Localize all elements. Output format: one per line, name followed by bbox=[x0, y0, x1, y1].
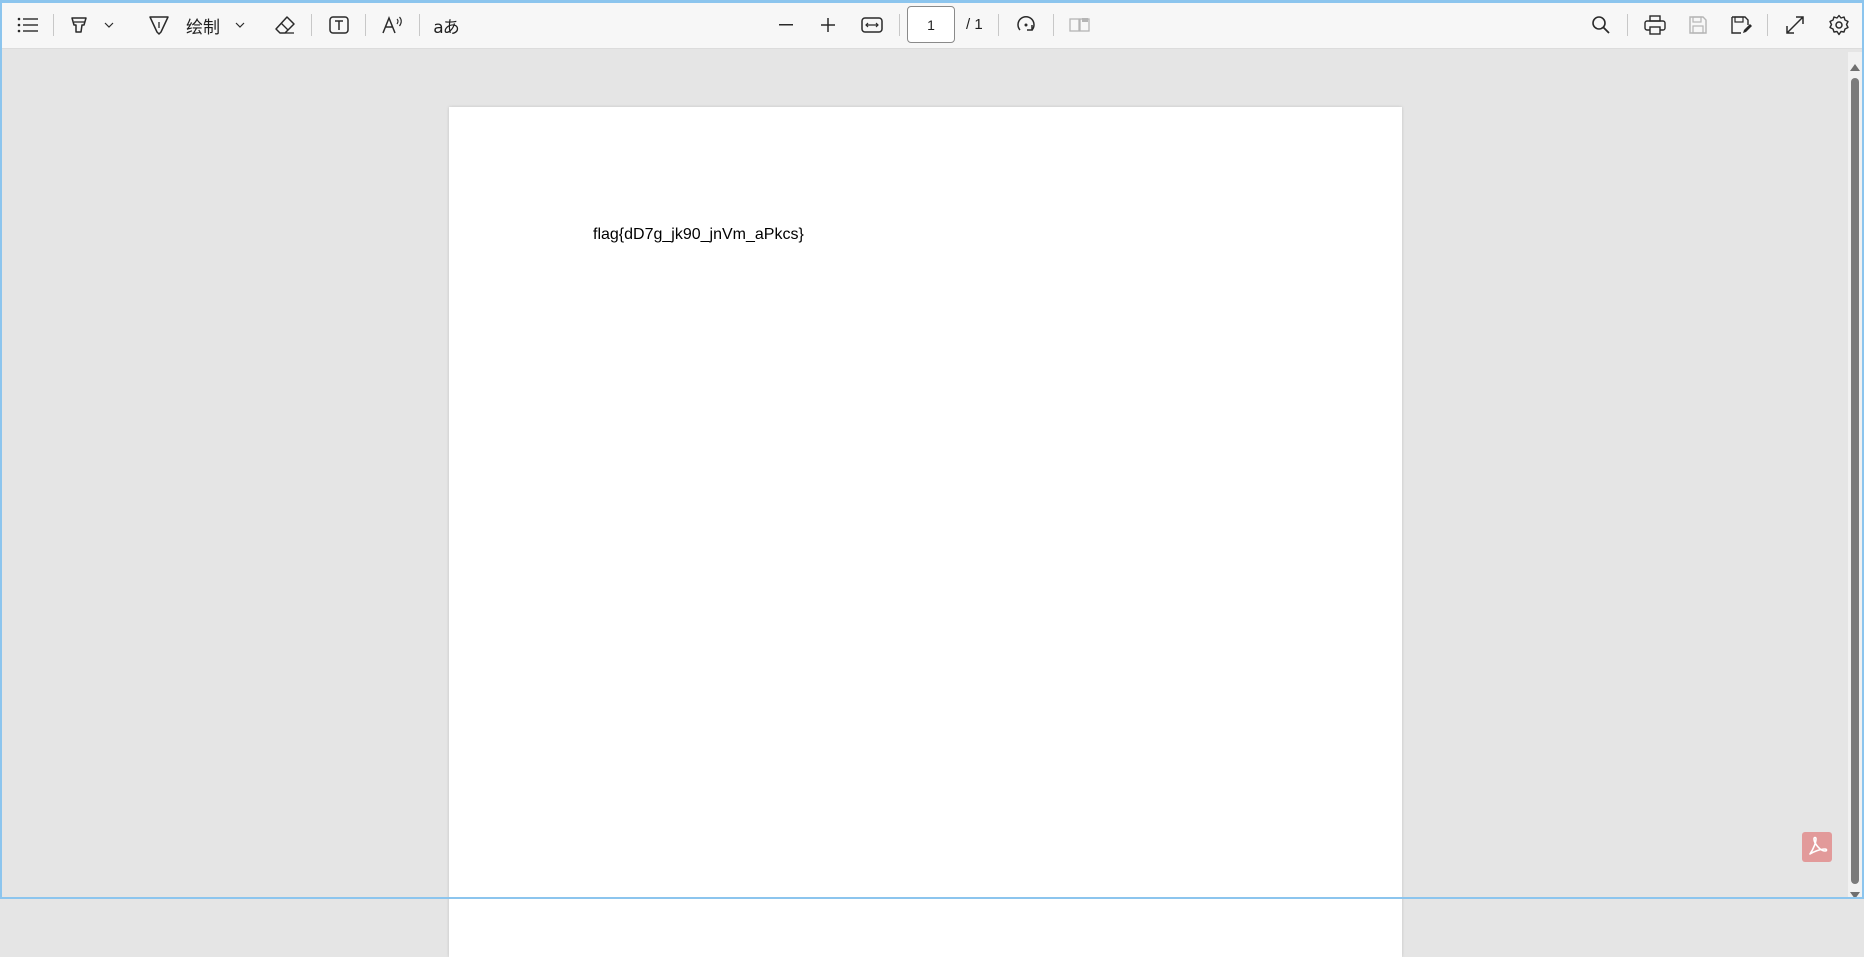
plus-icon[interactable] bbox=[816, 10, 840, 40]
scroll-up-arrow[interactable] bbox=[1850, 58, 1860, 71]
pdf-page: flag{dD7g_jk90_jnVm_aPkcs} bbox=[449, 107, 1402, 957]
translate-button[interactable]: aあ bbox=[432, 10, 460, 40]
read-aloud-icon[interactable] bbox=[379, 10, 407, 40]
separator bbox=[899, 14, 900, 36]
separator bbox=[53, 14, 54, 36]
separator bbox=[998, 14, 999, 36]
separator bbox=[1627, 14, 1628, 36]
eraser-icon[interactable] bbox=[272, 10, 298, 40]
separator bbox=[1767, 14, 1768, 36]
gear-icon[interactable] bbox=[1826, 10, 1852, 40]
page-text: flag{dD7g_jk90_jnVm_aPkcs} bbox=[593, 226, 804, 243]
page-number-input[interactable] bbox=[907, 6, 955, 43]
draw-pen-icon[interactable] bbox=[146, 10, 172, 40]
chevron-down-icon[interactable] bbox=[231, 10, 249, 40]
highlighter-icon[interactable] bbox=[66, 10, 92, 40]
vertical-scrollbar[interactable] bbox=[1848, 52, 1862, 899]
rotate-icon[interactable] bbox=[1013, 10, 1039, 40]
search-icon[interactable] bbox=[1588, 10, 1614, 40]
separator bbox=[1053, 14, 1054, 36]
add-text-icon[interactable] bbox=[325, 10, 353, 40]
save-as-icon[interactable] bbox=[1728, 10, 1754, 40]
separator bbox=[365, 14, 366, 36]
page-total: / 1 bbox=[966, 16, 983, 33]
printer-icon[interactable] bbox=[1641, 10, 1669, 40]
chevron-down-icon[interactable] bbox=[100, 10, 118, 40]
minus-icon[interactable] bbox=[774, 10, 798, 40]
contents-list-icon[interactable] bbox=[14, 10, 42, 40]
separator bbox=[311, 14, 312, 36]
pdf-logo-icon bbox=[1802, 832, 1832, 862]
scroll-down-arrow[interactable] bbox=[1850, 887, 1860, 899]
separator bbox=[419, 14, 420, 36]
draw-label[interactable]: 绘制 bbox=[182, 10, 224, 40]
fit-width-icon[interactable] bbox=[859, 10, 885, 40]
scroll-thumb[interactable] bbox=[1851, 78, 1859, 884]
document-viewer[interactable]: flag{dD7g_jk90_jnVm_aPkcs} bbox=[2, 49, 1846, 957]
toolbar: 绘制 aあ / 1 bbox=[0, 0, 1864, 49]
expand-icon[interactable] bbox=[1782, 10, 1808, 40]
page-view-icon bbox=[1067, 10, 1093, 40]
save-icon bbox=[1685, 10, 1711, 40]
